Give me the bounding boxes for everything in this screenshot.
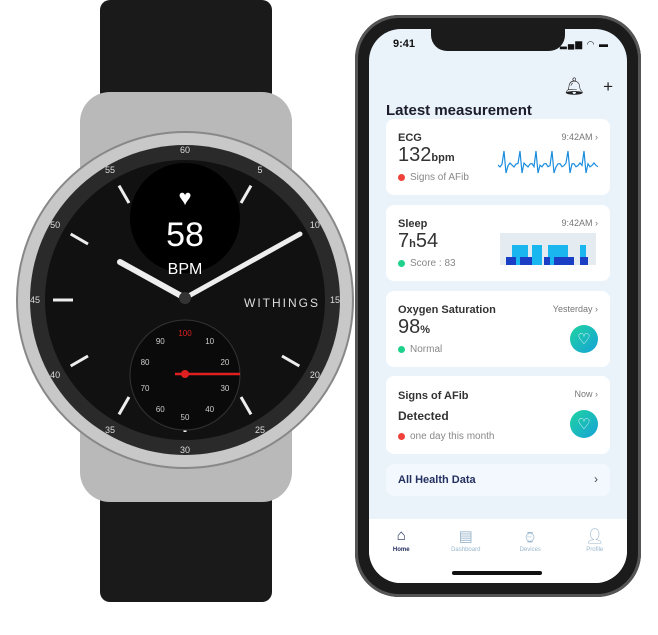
dial-number: 50 — [50, 220, 60, 230]
smartphone: 9:41 ▂▄▆ ◠ ▬ 🔔︎ + Latest measurement ECG… — [355, 15, 641, 597]
status-dot — [398, 260, 405, 267]
sleep-card[interactable]: Sleep 9:42AM › 7h54 Score : 83 — [386, 205, 610, 281]
home-icon: ⌂ — [396, 527, 406, 544]
chevron-right-icon: › — [594, 472, 598, 486]
afib-status: Detected — [398, 409, 449, 423]
dial-number: 5 — [257, 165, 262, 175]
dial-number: 55 — [105, 165, 115, 175]
card-time: Now › — [574, 389, 598, 399]
smartwatch: 60 5 10 15 20 25 30 35 40 45 50 55 ♥ 58 BPM WITHING… — [16, 0, 393, 602]
page-title: Latest measurement — [386, 102, 532, 119]
sleep-chart — [500, 233, 596, 265]
card-sub: Signs of AFib — [410, 172, 469, 183]
all-health-label: All Health Data — [398, 474, 476, 486]
dial-number: 60 — [180, 145, 190, 155]
status-time: 9:41 — [393, 38, 416, 50]
subdial-number: 60 — [156, 405, 165, 414]
dial-number: 10 — [310, 220, 320, 230]
status-icons: ▂▄▆ ◠ ▬ — [559, 39, 609, 49]
ecg-waveform — [498, 150, 598, 174]
status-dot — [398, 174, 405, 181]
bell-icon[interactable]: 🔔︎ — [563, 77, 585, 97]
card-label: Oxygen Saturation — [398, 304, 496, 316]
subdial-number: 80 — [141, 358, 150, 367]
tab-label: Dashboard — [451, 547, 481, 553]
dial-number: 15 — [330, 295, 340, 305]
tab-profile[interactable]: 👤︎ Profile — [570, 527, 620, 583]
card-time: Yesterday › — [552, 304, 598, 314]
subdial-number: 100 — [178, 329, 192, 338]
ecg-card[interactable]: ECG 9:42AM › 132bpm Signs of AFib — [386, 119, 610, 195]
add-icon[interactable]: + — [603, 77, 613, 97]
heart-icon: ♥ — [178, 185, 191, 210]
ecg-unit: bpm — [431, 152, 455, 164]
subdial-number: 90 — [156, 337, 165, 346]
phone-screen: 9:41 ▂▄▆ ◠ ▬ 🔔︎ + Latest measurement ECG… — [369, 29, 627, 583]
watch-brand: WITHINGS — [244, 296, 320, 310]
sleep-hours: 7 — [398, 230, 410, 252]
card-label: Sleep — [398, 218, 428, 230]
heart-rate-value: 58 — [166, 216, 204, 254]
status-dot — [398, 346, 405, 353]
card-label: ECG — [398, 132, 422, 144]
dial-number: 20 — [310, 370, 320, 380]
dial-number: 35 — [105, 425, 115, 435]
card-sub: one day this month — [410, 431, 495, 442]
dial-number: 40 — [50, 370, 60, 380]
card-sub: Score : 83 — [410, 258, 456, 269]
watch-icon: ⌚︎ — [522, 530, 538, 547]
afib-card[interactable]: Signs of AFib Now › Detected one day thi… — [386, 376, 610, 454]
all-health-data-button[interactable]: All Health Data › — [386, 464, 610, 496]
sleep-minutes: 54 — [415, 230, 439, 252]
status-dot — [398, 433, 405, 440]
oxygen-card[interactable]: Oxygen Saturation Yesterday › 98% Normal… — [386, 291, 610, 367]
subdial-number: 70 — [141, 384, 150, 393]
card-label: Signs of AFib — [398, 390, 469, 402]
heart-icon[interactable]: ♡ — [570, 325, 598, 353]
tab-label: Devices — [519, 547, 541, 553]
profile-icon: 👤︎ — [585, 528, 605, 545]
heart-rate-unit: BPM — [168, 261, 203, 278]
oxygen-unit: % — [420, 324, 431, 336]
oxygen-value: 98 — [398, 316, 421, 338]
tab-label: Profile — [586, 547, 604, 553]
ecg-value: 132 — [398, 144, 432, 166]
subdial-number: 10 — [205, 337, 214, 346]
dial-number: 25 — [255, 425, 265, 435]
subdial-number: 20 — [220, 358, 229, 367]
card-time: 9:42AM › — [561, 218, 598, 228]
notch — [431, 29, 565, 51]
heart-icon[interactable]: ♡ — [570, 410, 598, 438]
card-sub: Normal — [410, 344, 443, 355]
sleep-hours-unit: h — [409, 238, 416, 250]
tab-label: Home — [392, 547, 410, 553]
dial-number: 45 — [30, 295, 40, 305]
dashboard-icon: ▤ — [458, 528, 473, 545]
card-time: 9:42AM › — [561, 132, 598, 142]
tab-home[interactable]: ⌂ Home — [376, 527, 426, 583]
dial-number: 30 — [180, 445, 190, 455]
home-indicator[interactable] — [452, 571, 542, 575]
subdial-number: 40 — [205, 405, 214, 414]
subdial-number: 30 — [220, 384, 229, 393]
subdial-number: 50 — [181, 413, 190, 422]
